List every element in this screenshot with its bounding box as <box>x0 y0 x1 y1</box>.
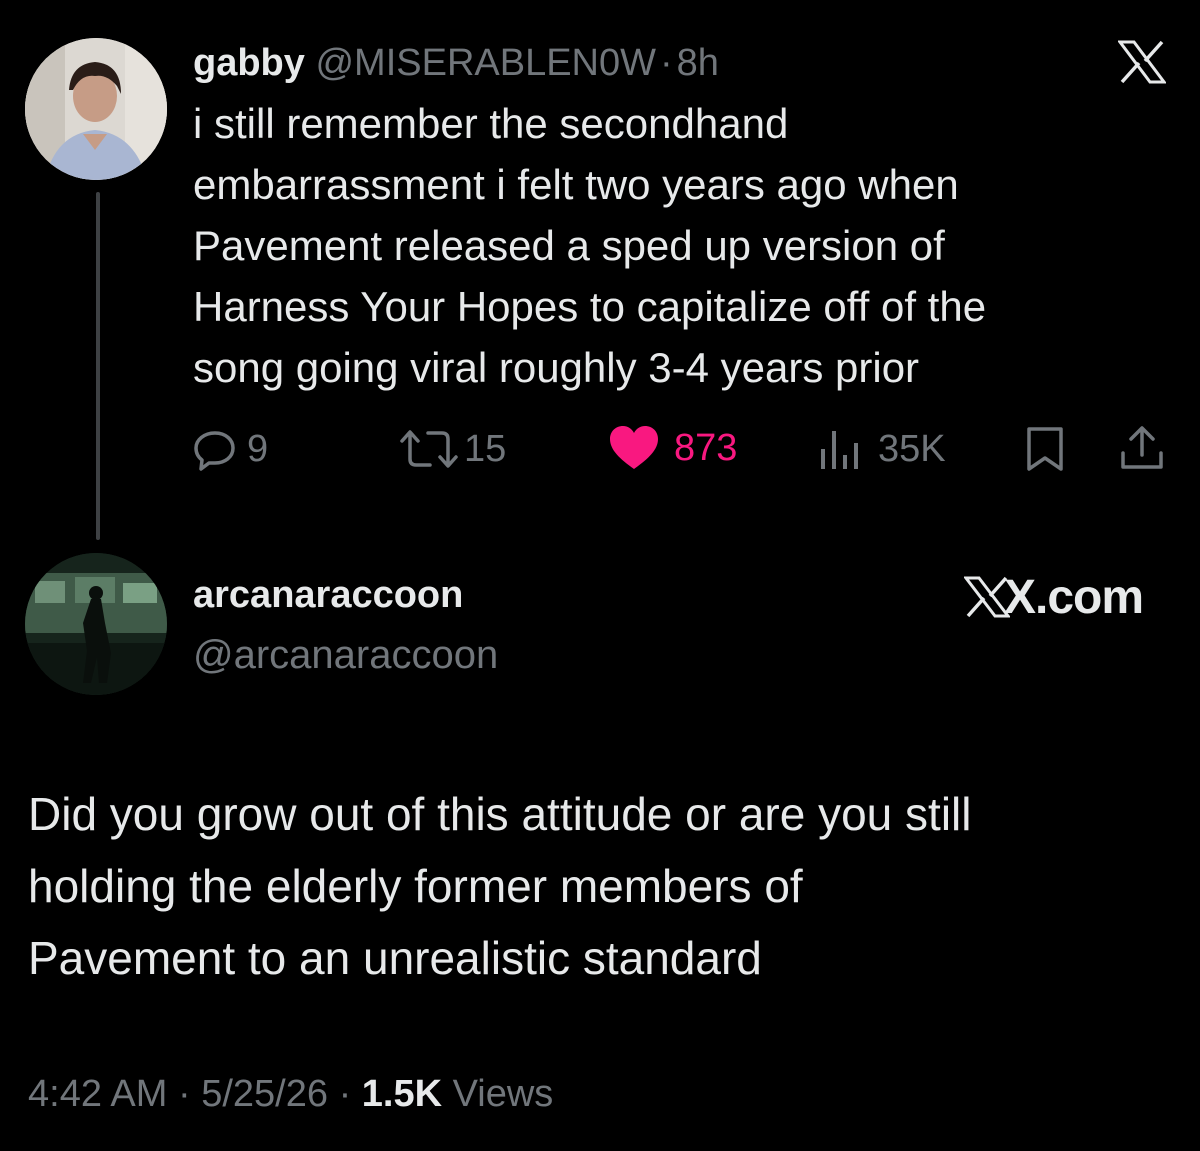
reply-text-line: Pavement to an unrealistic standard <box>28 932 762 984</box>
repost-count: 15 <box>464 427 507 470</box>
reply-timestamp-row: 4:42 AM · 5/25/26 · 1.5K Views <box>28 1068 553 1120</box>
tweet-text-line: embarrassment i felt two years ago when <box>193 161 959 208</box>
reply-count: 9 <box>247 427 269 470</box>
separator-dot: · <box>177 1073 191 1115</box>
views-label: Views <box>452 1073 554 1115</box>
views-count: 1.5K <box>361 1073 443 1115</box>
share-icon <box>1121 426 1163 469</box>
avatar-arcanaraccoon[interactable] <box>25 553 167 695</box>
repost-icon <box>400 430 458 468</box>
tweet-text-line: i still remember the secondhand <box>193 100 789 147</box>
reply-text-line: Did you grow out of this attitude or are… <box>28 788 972 840</box>
reply-button[interactable]: 9 <box>193 425 268 473</box>
reply-handle[interactable]: @arcanaraccoon <box>193 630 498 680</box>
views-count: 35K <box>878 427 946 470</box>
quoted-tweet-header: gabby @MISERABLEN0W · 8h <box>193 38 719 88</box>
reply-display-name[interactable]: arcanaraccoon <box>193 570 463 620</box>
tweet-text-line: Harness Your Hopes to capitalize off of … <box>193 283 987 330</box>
x-com-label: X.com <box>1004 570 1144 624</box>
reply-text-line: holding the elderly former members of <box>28 860 803 912</box>
analytics-icon <box>821 431 858 469</box>
thread-connector-line <box>96 192 100 540</box>
tweet-text-line: song going viral roughly 3-4 years prior <box>193 344 920 391</box>
x-logo-icon[interactable] <box>1118 40 1166 84</box>
quoted-tweet-text: i still remember the secondhand embarras… <box>193 93 1173 398</box>
bookmark-button[interactable] <box>1024 425 1066 473</box>
heart-filled-icon <box>610 426 658 469</box>
avatar-arcanaraccoon-image <box>25 553 167 695</box>
timestamp-time[interactable]: 4:42 AM <box>28 1073 167 1115</box>
views-button[interactable]: 35K <box>818 425 946 473</box>
share-button[interactable] <box>1118 425 1166 473</box>
x-com-logo[interactable]: X.com <box>964 570 1144 624</box>
tweet-text-line: Pavement released a sped up version of <box>193 222 945 269</box>
separator-dot: · <box>338 1073 352 1115</box>
like-button[interactable]: 873 <box>608 424 737 472</box>
time-ago[interactable]: 8h <box>677 42 719 84</box>
handle[interactable]: @MISERABLEN0W <box>315 42 656 84</box>
separator-dot: · <box>660 42 673 84</box>
avatar-gabby[interactable] <box>25 38 167 180</box>
timestamp-date[interactable]: 5/25/26 <box>201 1073 328 1115</box>
like-count: 873 <box>674 426 738 469</box>
reply-icon <box>194 431 235 471</box>
reply-tweet-text: Did you grow out of this attitude or are… <box>28 778 1178 994</box>
avatar-gabby-image <box>25 38 167 180</box>
repost-button[interactable]: 15 <box>398 425 506 473</box>
bookmark-icon <box>1027 427 1063 471</box>
display-name[interactable]: gabby <box>193 42 305 84</box>
